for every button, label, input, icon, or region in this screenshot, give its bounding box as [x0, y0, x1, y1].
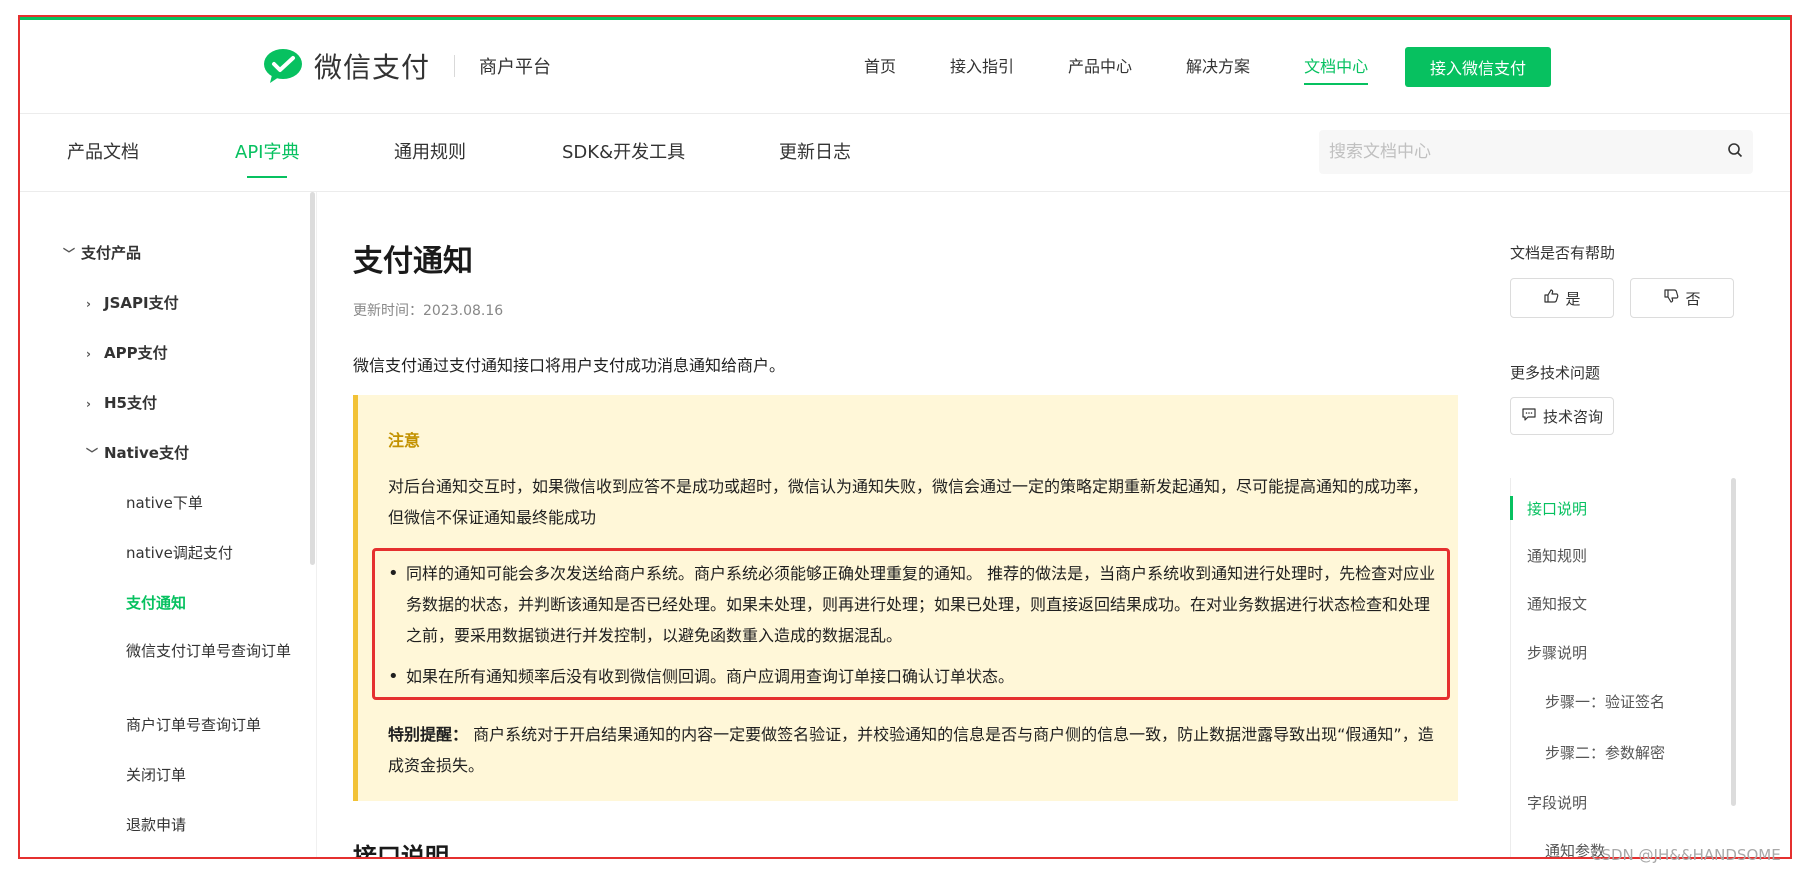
- toc-item-step-decrypt-params[interactable]: 步骤二：参数解密: [1545, 742, 1665, 763]
- toc-item-notify-rules[interactable]: 通知规则: [1527, 545, 1587, 566]
- section-heading: 接口说明: [353, 843, 449, 859]
- list-item: 如果在所有通知频率后没有收到微信侧回调。商户应调用查询订单接口确认订单状态。: [388, 661, 1438, 692]
- tech-consult-label: 技术咨询: [1542, 407, 1603, 426]
- nav-onboarding-guide[interactable]: 接入指引: [950, 20, 1014, 114]
- sidebar-item-payment-notify[interactable]: 支付通知: [126, 592, 186, 613]
- special-remark: 特别提醒： 商户系统对于开启结果通知的内容一定要做签名验证，并校验通知的信息是否…: [388, 719, 1438, 781]
- nav-docs-center[interactable]: 文档中心: [1304, 20, 1369, 114]
- toc-item-steps[interactable]: 步骤说明: [1527, 642, 1587, 663]
- sidebar-item-native-invoke[interactable]: native调起支付: [126, 542, 233, 563]
- search-input[interactable]: [1329, 142, 1727, 162]
- sidebar-item-query-by-transaction-id[interactable]: 微信支付订单号查询订单: [126, 640, 291, 662]
- tab-sdk-tools[interactable]: SDK&开发工具: [562, 114, 685, 192]
- notice-title: 注意: [388, 431, 421, 450]
- toc-item-api-description[interactable]: 接口说明: [1509, 496, 1587, 520]
- notice-callout: 注意 对后台通知交互时，如果微信收到应答不是成功或超时，微信认为通知失败，微信会…: [353, 395, 1458, 801]
- intro-text: 微信支付通过支付通知接口将用户支付成功消息通知给商户。: [353, 356, 786, 375]
- chevron-right-icon: ›: [86, 297, 91, 311]
- sidebar-group-label: H5支付: [104, 394, 157, 412]
- sidebar-group-jsapi[interactable]: › JSAPI支付: [86, 292, 179, 313]
- updated-time: 更新时间：2023.08.16: [353, 303, 504, 319]
- tab-product-docs[interactable]: 产品文档: [67, 114, 139, 192]
- docs-subnav: 产品文档 API字典 通用规则 SDK&开发工具 更新日志: [20, 114, 1790, 192]
- feedback-label: 文档是否有帮助: [1510, 244, 1616, 262]
- watermark: CSDN @JH&&HANDSOME: [1591, 846, 1781, 864]
- list-item: 同样的通知可能会多次发送给商户系统。商户系统必须能够正确处理重复的通知。 推荐的…: [388, 558, 1438, 651]
- sidebar-scrollbar[interactable]: [310, 192, 315, 565]
- nav-solutions[interactable]: 解决方案: [1186, 20, 1250, 114]
- thumbs-up-icon: [1543, 288, 1565, 308]
- site-header: 微信支付 商户平台 首页 接入指引 产品中心 解决方案 文档中心 接入微信支付: [20, 20, 1790, 114]
- toc-item-field-description[interactable]: 字段说明: [1527, 792, 1587, 813]
- tab-api-dictionary[interactable]: API字典: [235, 114, 299, 192]
- sidebar-item-query-by-out-trade-no[interactable]: 商户订单号查询订单: [126, 714, 261, 735]
- sidebar-group-h5[interactable]: › H5支付: [86, 392, 157, 413]
- sidebar-group-native[interactable]: ﹀ Native支付: [86, 442, 189, 463]
- helpful-no-label: 否: [1685, 289, 1701, 308]
- sidebar-section-label: 支付产品: [81, 244, 142, 262]
- toc-item-notify-message[interactable]: 通知报文: [1527, 593, 1587, 614]
- nav-product-center[interactable]: 产品中心: [1068, 20, 1132, 114]
- sidebar-item-refund-request[interactable]: 退款申请: [126, 814, 186, 835]
- top-nav: 首页 接入指引 产品中心 解决方案 文档中心: [864, 20, 1422, 114]
- sidebar-group-label: JSAPI支付: [104, 294, 179, 312]
- join-wechat-pay-button[interactable]: 接入微信支付: [1405, 47, 1551, 87]
- helpful-yes-label: 是: [1565, 289, 1581, 308]
- notice-bullets: 同样的通知可能会多次发送给商户系统。商户系统必须能够正确处理重复的通知。 推荐的…: [388, 558, 1438, 702]
- chevron-right-icon: ›: [86, 397, 91, 411]
- nav-home[interactable]: 首页: [864, 20, 896, 114]
- chevron-right-icon: ›: [86, 347, 91, 361]
- search-icon[interactable]: [1727, 142, 1743, 162]
- helpful-no-button[interactable]: 否: [1630, 278, 1734, 318]
- remark-text: 商户系统对于开启结果通知的内容一定要做签名验证，并校验通知的信息是否与商户侧的信…: [388, 725, 1434, 775]
- notice-paragraph: 对后台通知交互时，如果微信收到应答不是成功或超时，微信认为通知失败，微信会通过一…: [388, 477, 1429, 527]
- chevron-down-icon: ﹀: [63, 247, 76, 261]
- docs-sidebar: ﹀ 支付产品 › JSAPI支付 › APP支付 › H5支付 ﹀ Native支付 na…: [20, 192, 317, 858]
- brand-top-line: [20, 17, 1790, 20]
- sidebar-section-payment-products[interactable]: ﹀ 支付产品: [63, 242, 141, 263]
- tab-changelog[interactable]: 更新日志: [779, 114, 851, 192]
- sidebar-item-close-order[interactable]: 关闭订单: [126, 764, 186, 785]
- tech-consult-button[interactable]: 技术咨询: [1510, 397, 1614, 435]
- brand-name: 微信支付: [314, 51, 431, 84]
- sidebar-group-label: Native支付: [104, 444, 189, 462]
- toc-scrollbar[interactable]: [1731, 478, 1736, 806]
- sidebar-group-label: APP支付: [104, 344, 168, 362]
- helpful-yes-button[interactable]: 是: [1510, 278, 1614, 318]
- chevron-down-icon: ﹀: [86, 447, 99, 461]
- thumbs-down-icon: [1663, 288, 1685, 308]
- remark-label: 特别提醒：: [388, 725, 469, 744]
- sidebar-item-native-order[interactable]: native下单: [126, 492, 203, 513]
- platform-name: 商户平台: [479, 57, 552, 78]
- logo-divider: [454, 55, 456, 77]
- docs-search: [1319, 130, 1753, 174]
- page-title: 支付通知: [353, 244, 473, 279]
- sidebar-group-app[interactable]: › APP支付: [86, 342, 168, 363]
- chat-icon: [1521, 406, 1543, 426]
- more-questions-label: 更多技术问题: [1510, 364, 1601, 382]
- wechat-pay-logo[interactable]: 微信支付 商户平台: [262, 46, 551, 86]
- table-of-contents: 接口说明 通知规则 通知报文 步骤说明 步骤一：验证签名 步骤二：参数解密 字段…: [1509, 478, 1740, 860]
- wechat-pay-logo-icon: [262, 47, 306, 85]
- toc-item-step-verify-signature[interactable]: 步骤一：验证签名: [1545, 691, 1665, 712]
- tab-general-rules[interactable]: 通用规则: [394, 114, 466, 192]
